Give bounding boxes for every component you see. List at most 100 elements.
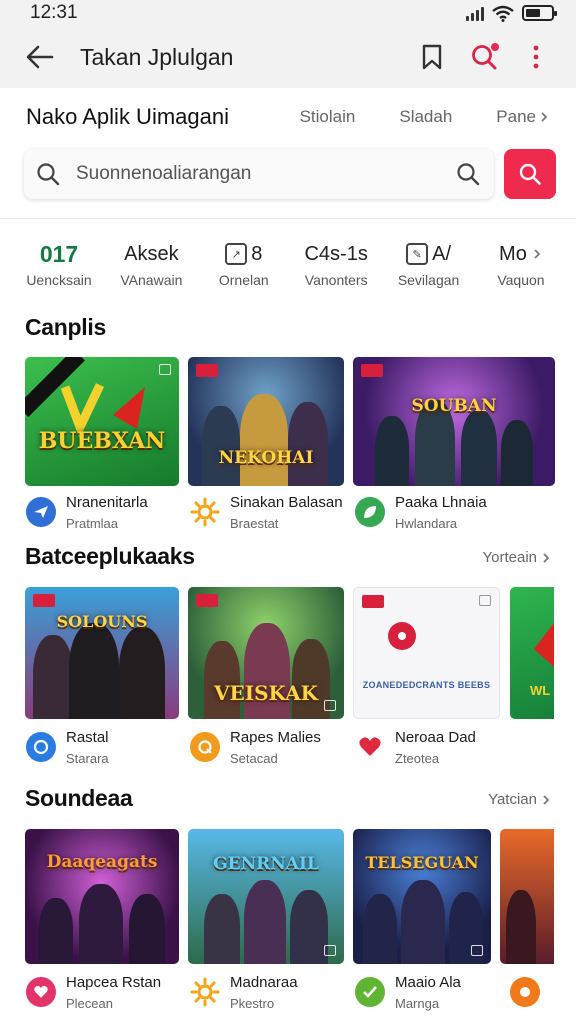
search-icon-right[interactable] [456, 162, 480, 186]
game-name: Rastal [66, 729, 109, 746]
sun-icon [190, 497, 220, 527]
stat-value: 017 [39, 240, 79, 267]
chevron-right-icon [541, 112, 548, 122]
q-icon [190, 732, 220, 762]
game-card[interactable]: TELSEGUAN [353, 829, 491, 964]
game-subtitle: Zteotea [395, 751, 440, 766]
game-art-text: ZOANEDEDCRANTS BEEBS [362, 680, 491, 690]
header-link-1[interactable]: Stiolain [300, 107, 356, 127]
corner-box [479, 595, 491, 606]
game-name: Neroaa Dad [395, 729, 476, 746]
bookmark-icon [422, 44, 442, 70]
game-thumbnail: TELSEGUAN [353, 829, 491, 964]
stat-value-row: Mo [499, 240, 543, 268]
stat-2[interactable]: Aksek VAnawain [116, 240, 186, 292]
game-card[interactable]: SOUBAN [353, 357, 555, 486]
game-name: Sinakan Balasan [230, 494, 343, 511]
game-meta: Paaka Lhnaia Hwlandara [355, 494, 487, 531]
game-meta: Neroaa Dad Zteotea [355, 729, 476, 766]
game-art-text: Daaqeagats [46, 852, 158, 872]
game-card[interactable]: Daaqeagats [25, 829, 179, 964]
corner-tag [196, 594, 218, 607]
search-box[interactable] [24, 149, 494, 199]
status-icons [466, 5, 557, 22]
game-art-text: VEISKAK [213, 681, 319, 705]
status-time: 12:31 [30, 2, 78, 23]
check-icon [355, 977, 385, 1007]
plane-icon [26, 497, 56, 527]
stat-label: Vanonters [304, 272, 368, 288]
arrow-left-icon [26, 45, 54, 69]
see-more-link[interactable]: Yatcian [488, 791, 552, 808]
wifi-icon [492, 5, 514, 22]
chat-icon [26, 732, 56, 762]
game-subtitle: Pratmlaa [66, 516, 119, 531]
chevron-right-icon [543, 794, 550, 805]
game-card[interactable]: VEISKAK [188, 587, 344, 719]
stat-label: Vaquon [497, 272, 545, 288]
stat-value: 8 [251, 242, 263, 265]
game-art-text: GENRNAIL [213, 854, 319, 874]
search-icon-white [519, 163, 541, 185]
stat-3[interactable]: ↗ 8 Ornelan [209, 240, 279, 292]
search-input[interactable] [76, 163, 456, 185]
game-subtitle: Marnga [395, 996, 440, 1011]
game-art-text: NEKOHAI [218, 448, 314, 468]
bookmark-button[interactable] [406, 31, 458, 83]
header-link-2[interactable]: Sladah [399, 107, 452, 127]
section-title: Canplis [25, 314, 106, 340]
heart-icon [26, 977, 56, 1007]
stat-value-row: ↗ 8 [225, 240, 262, 268]
circle-icon [510, 977, 540, 1007]
note-icon: ✎ [406, 243, 429, 265]
game-card[interactable]: SOLOUNS [25, 587, 179, 719]
stat-4[interactable]: C4s-1s Vanonters [301, 240, 371, 292]
section-title: Batceeplukaaks [25, 543, 195, 569]
stat-value: A/ [432, 242, 452, 265]
game-art-text: WL [530, 683, 551, 698]
stat-value: Aksek [124, 242, 179, 265]
stat-6[interactable]: Mo Vaquon [486, 240, 556, 292]
game-name: Hapcea Rstan [66, 974, 162, 991]
see-more-link[interactable]: Yorteain [483, 549, 553, 566]
header-link-3[interactable]: Pane [496, 107, 550, 127]
more-vert-icon [533, 45, 539, 69]
game-art-text: TELSEGUAN [365, 853, 479, 872]
corner-tag [362, 595, 384, 608]
game-thumbnail: SOUBAN [353, 357, 555, 486]
game-name: Madnaraa [230, 974, 298, 991]
game-card[interactable]: NEKOHAI [188, 357, 344, 486]
stat-label: Sevilagan [397, 272, 460, 288]
game-thumbnail: SOLOUNS [25, 587, 179, 719]
chevron-right-icon [543, 552, 550, 563]
header-link-3-label: Pane [496, 107, 536, 126]
header-row: Nako Aplik Uimagani Stiolain Sladah Pane [0, 92, 576, 142]
game-card[interactable]: ZOANEDEDCRANTS BEEBS [353, 587, 500, 719]
game-meta: Nranenitarla Pratmlaa [26, 494, 148, 531]
game-card[interactable]: BUEBXAN [25, 357, 179, 486]
notification-search-button[interactable] [458, 31, 510, 83]
corner-box [471, 945, 483, 956]
game-art-text: SOLOUNS [56, 612, 148, 631]
game-thumbnail [500, 829, 554, 964]
corner-tag [361, 364, 383, 377]
stat-5[interactable]: ✎ A/ Sevilagan [394, 240, 464, 292]
corner-box [159, 364, 171, 375]
stats-row: 017 Uencksain Aksek VAnawain ↗ 8 Ornelan… [0, 240, 576, 292]
corner-tag [33, 594, 55, 607]
search-button[interactable] [504, 149, 556, 199]
game-thumbnail: NEKOHAI [188, 357, 344, 486]
game-meta: Maaio Ala Marnga [355, 974, 461, 1011]
game-card[interactable]: WL [510, 587, 554, 719]
back-button[interactable] [14, 31, 66, 83]
game-subtitle: Setacad [230, 751, 278, 766]
game-name: Nranenitarla [66, 494, 148, 511]
app-bar-title: Takan Jplulgan [80, 43, 234, 70]
notification-dot [491, 43, 499, 51]
game-card[interactable]: GENRNAIL [188, 829, 344, 964]
more-options-button[interactable] [510, 31, 562, 83]
heart-icon [355, 732, 385, 762]
page-title: Nako Aplik Uimagani [26, 104, 229, 129]
game-card[interactable] [500, 829, 554, 964]
stat-1[interactable]: 017 Uencksain [24, 240, 94, 292]
